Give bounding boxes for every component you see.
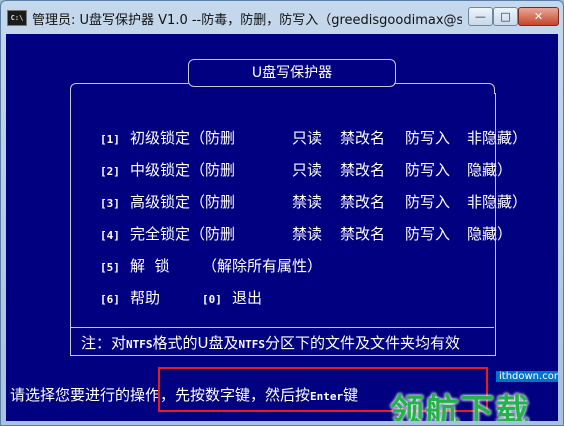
menu-key: [3] xyxy=(100,197,120,210)
menu-attr: 禁改名 xyxy=(340,161,386,179)
menu-attr: 禁改名 xyxy=(340,225,386,243)
menu-attr: 防写入 xyxy=(405,129,451,147)
menu-key: [0] xyxy=(202,293,222,306)
menu-attr: 禁读 xyxy=(292,193,323,211)
menu-attr: 禁读 xyxy=(292,225,323,243)
maximize-button[interactable]: □ xyxy=(493,7,518,26)
console-area[interactable]: U盘写保护器 [1] 初级锁定（防删 只读 禁改名 防写入 非隐藏） [2] 中级锁定（防删… xyxy=(6,34,558,421)
menu-label: 退出 xyxy=(232,289,263,307)
menu-item-4: [4] 完全锁定（防删 禁读 禁改名 防写入 隐藏） xyxy=(100,223,512,244)
watermark-logo: 领航下载 xyxy=(390,392,530,421)
menu-item-6: [6] 帮助 [0] 退出 xyxy=(100,287,262,308)
menu-attr: 只读 xyxy=(292,129,323,147)
menu-item-5: [5] 解 锁 （解除所有属性） xyxy=(100,255,322,276)
menu-attr: （解除所有属性） xyxy=(202,257,323,275)
window-title: 管理员: U盘写保护器 V1.0 --防毒，防删，防写入（greedisgood… xyxy=(32,13,462,28)
menu-attr: 只读 xyxy=(292,161,323,179)
menu-attr: 禁改名 xyxy=(340,193,386,211)
close-button[interactable]: ✕ xyxy=(518,7,559,26)
watermark-url: ithdown.com xyxy=(496,371,558,382)
note-text: NTFS xyxy=(238,338,266,351)
menu-key: [6] xyxy=(100,293,120,306)
menu-label: 帮助 xyxy=(130,289,161,307)
note-text: 分区下的文件及文件夹均有效 xyxy=(265,334,461,352)
menu-attr: 禁改名 xyxy=(340,129,386,147)
menu-attr: 隐藏） xyxy=(467,161,513,179)
menu-label: 完全锁定（防删 xyxy=(130,225,236,243)
cmd-icon: C:\ xyxy=(7,10,27,26)
note-text: 格式的U盘及 xyxy=(152,334,239,352)
menu-item-1: [1] 初级锁定（防删 只读 禁改名 防写入 非隐藏） xyxy=(100,127,527,148)
console-window: C:\ 管理员: U盘写保护器 V1.0 --防毒，防删，防写入（greedis… xyxy=(0,0,564,426)
menu-key: [1] xyxy=(100,133,120,146)
menu-label: 中级锁定（防删 xyxy=(130,161,236,179)
menu-item-2: [2] 中级锁定（防删 只读 禁改名 防写入 隐藏） xyxy=(100,159,512,180)
menu-attr: 非隐藏） xyxy=(467,193,528,211)
header-box: U盘写保护器 xyxy=(188,59,396,87)
menu-attr: 防写入 xyxy=(405,225,451,243)
menu-label: 解 锁 xyxy=(130,257,170,275)
menu-label: 初级锁定（防删 xyxy=(130,129,236,147)
note-text: NTFS xyxy=(126,338,153,351)
menu-key: [2] xyxy=(100,165,120,178)
menu-attr: 防写入 xyxy=(405,193,451,211)
menu-item-3: [3] 高级锁定（防删 禁读 禁改名 防写入 非隐藏） xyxy=(100,191,527,212)
menu-attr: 隐藏） xyxy=(467,225,513,243)
note-text: 注：对 xyxy=(81,334,127,352)
menu-label: 高级锁定（防删 xyxy=(130,193,236,211)
menu-key: [5] xyxy=(100,261,120,274)
note-divider xyxy=(70,327,494,328)
menu-key: [4] xyxy=(100,229,120,242)
menu-attr: 非隐藏） xyxy=(467,129,528,147)
minimize-button[interactable]: — xyxy=(468,7,493,26)
title-bar[interactable]: C:\ 管理员: U盘写保护器 V1.0 --防毒，防删，防写入（greedis… xyxy=(1,1,563,35)
menu-attr: 防写入 xyxy=(405,161,451,179)
ntfs-note: 注：对NTFS格式的U盘及NTFS分区下的文件及文件夹均有效 xyxy=(81,332,460,353)
program-header: U盘写保护器 xyxy=(251,65,333,81)
